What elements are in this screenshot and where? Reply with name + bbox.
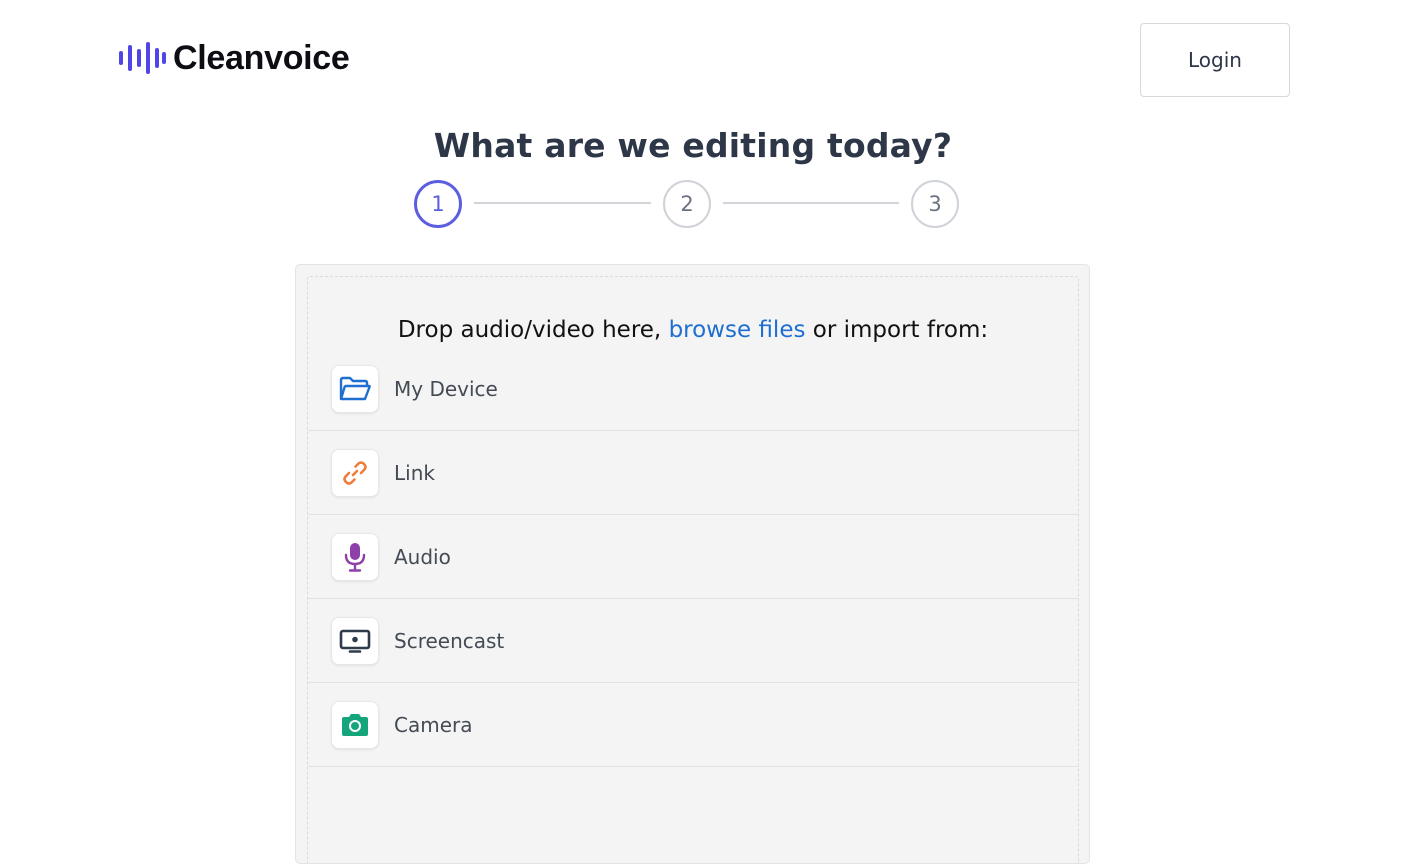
- source-label: Screencast: [394, 628, 505, 653]
- screencast-icon: [339, 629, 371, 653]
- step-connector: [723, 202, 899, 204]
- link-icon: [343, 460, 367, 485]
- progress-stepper: 1 2 3: [414, 180, 959, 228]
- upload-panel: Drop audio/video here, browse files or i…: [295, 264, 1090, 864]
- source-item-my-device[interactable]: My Device: [308, 347, 1078, 431]
- source-item-link[interactable]: Link: [308, 431, 1078, 515]
- drop-text-after: or import from:: [805, 317, 989, 343]
- drop-instructions: Drop audio/video here, browse files or i…: [308, 315, 1078, 345]
- login-button[interactable]: Login: [1140, 23, 1290, 97]
- source-icon-box: [331, 448, 379, 497]
- brand-logo[interactable]: Cleanvoice: [118, 38, 350, 78]
- source-label: Camera: [394, 712, 473, 737]
- step-1-indicator: 1: [414, 180, 462, 228]
- import-source-list: My Device Link Audio Screencast Camera: [308, 347, 1078, 767]
- brand-name: Cleanvoice: [173, 39, 350, 77]
- browse-files-link[interactable]: browse files: [669, 317, 806, 343]
- step-3-indicator: 3: [911, 180, 959, 228]
- step-2-indicator: 2: [663, 180, 711, 228]
- step-connector: [474, 202, 651, 204]
- source-item-screencast[interactable]: Screencast: [308, 599, 1078, 683]
- source-icon-box: [331, 532, 379, 581]
- source-label: My Device: [394, 376, 498, 401]
- source-item-audio[interactable]: Audio: [308, 515, 1078, 599]
- source-label: Audio: [394, 544, 451, 569]
- drop-zone[interactable]: Drop audio/video here, browse files or i…: [307, 276, 1079, 863]
- source-icon-box: [331, 700, 379, 749]
- source-item-camera[interactable]: Camera: [308, 683, 1078, 767]
- sound-wave-icon: [119, 42, 166, 74]
- page-title: What are we editing today?: [433, 126, 953, 165]
- source-icon-box: [331, 364, 379, 413]
- camera-icon: [342, 713, 368, 736]
- drop-text-before: Drop audio/video here,: [397, 317, 669, 343]
- source-label: Link: [394, 460, 435, 485]
- folder-icon: [339, 376, 371, 400]
- source-icon-box: [331, 616, 379, 665]
- microphone-icon: [344, 542, 366, 572]
